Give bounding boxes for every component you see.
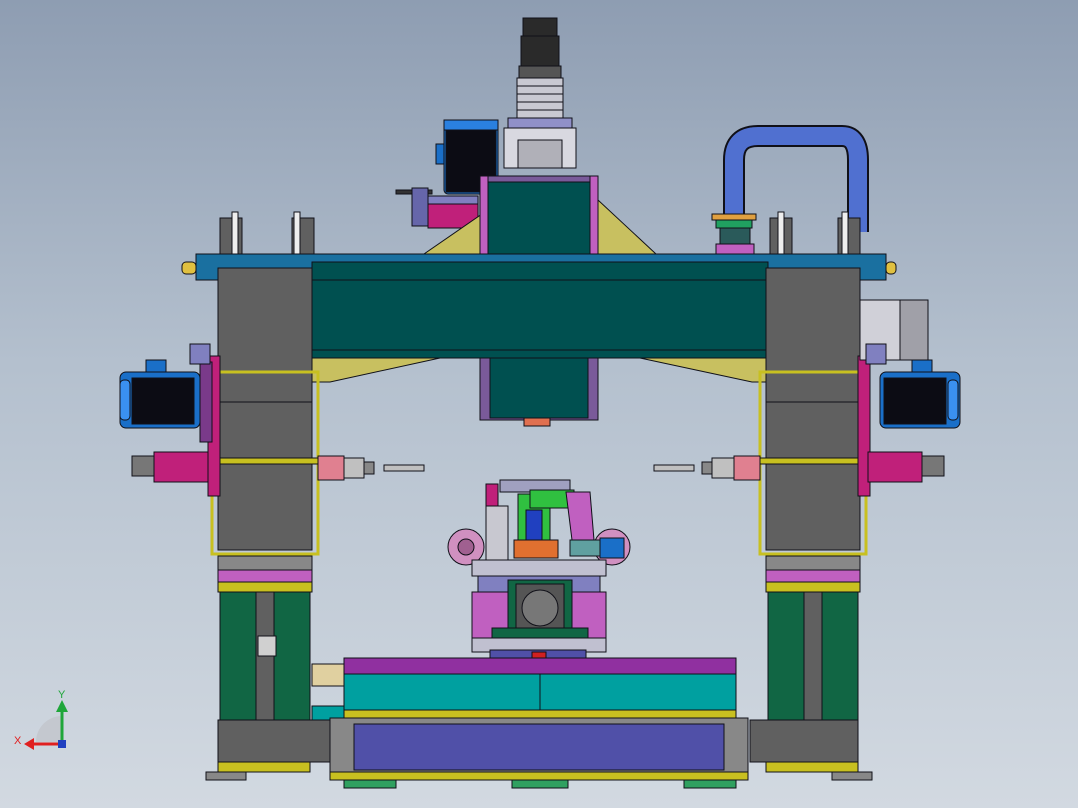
center-fixture bbox=[447, 479, 631, 653]
left-leg bbox=[217, 555, 313, 721]
y-axis-arrow-head bbox=[56, 700, 68, 712]
gusset-right bbox=[597, 198, 658, 255]
vertical-head bbox=[479, 175, 599, 259]
left-column bbox=[199, 267, 320, 556]
axis-triad: Y X bbox=[14, 689, 68, 750]
left-spindle-motor bbox=[119, 343, 211, 429]
top-spindle-motor bbox=[503, 17, 577, 169]
x-axis-label: X bbox=[14, 735, 22, 747]
vertical-head-lower bbox=[479, 357, 599, 427]
cad-viewport[interactable]: Y X bbox=[0, 0, 1078, 808]
x-axis-arrow-head bbox=[24, 738, 34, 750]
y-axis-label: Y bbox=[58, 689, 66, 701]
right-leg bbox=[765, 555, 861, 721]
